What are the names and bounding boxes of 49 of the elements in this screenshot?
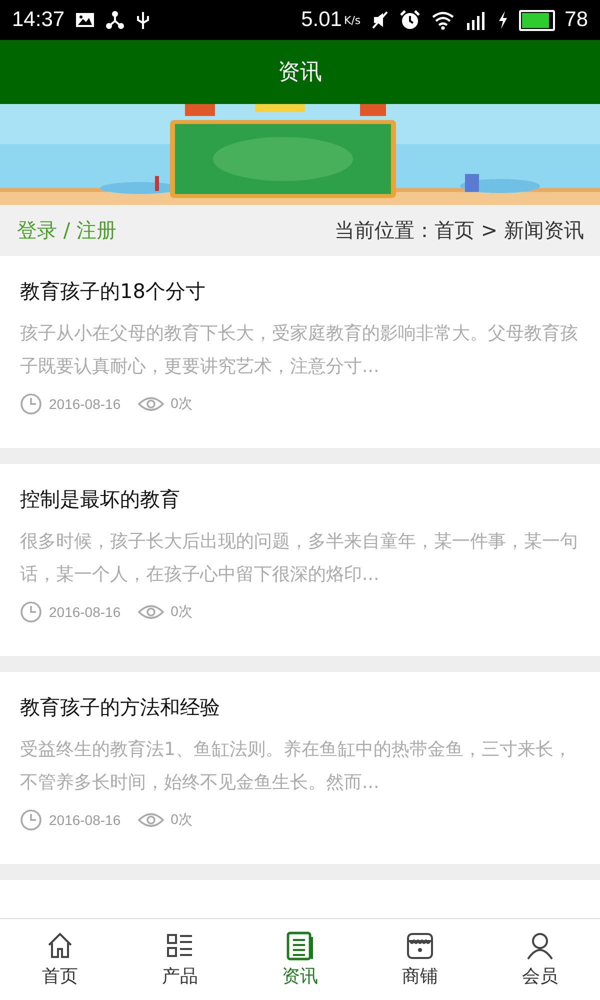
nav-label: 资讯: [282, 965, 318, 988]
person-icon: [525, 931, 555, 961]
nav-tab[interactable]: 会员: [480, 919, 600, 1000]
nav-label: 会员: [522, 965, 558, 988]
nav-label: 商铺: [402, 965, 438, 988]
nav-label: 首页: [42, 965, 78, 988]
article-date: 2016-08-16: [49, 604, 121, 620]
usb-icon: [134, 10, 151, 30]
mute-icon: [370, 10, 389, 30]
nav-tab[interactable]: 资讯: [240, 919, 360, 1000]
article-title: 控制是最坏的教育: [20, 486, 181, 513]
battery-icon: [518, 10, 555, 30]
network-speed: 5.01: [301, 8, 342, 32]
clock-icon: [20, 393, 42, 415]
share-node-icon: [104, 11, 125, 29]
breadcrumb: 当前位置：首页 > 新闻资讯: [334, 217, 584, 244]
news-icon: [285, 931, 315, 961]
article-date: 2016-08-16: [49, 396, 121, 412]
image-icon: [74, 11, 95, 29]
article-card[interactable]: 教育孩子的18个分寸 孩子从小在父母的教育下长大，受家庭教育的影响非常大。父母教育孩子既要认真耐心，更要讲究艺术，注意分寸... 2016-08-16 0次: [0, 256, 600, 448]
article-card[interactable]: 控制是最坏的教育 很多时候，孩子长大后出现的问题，多半来自童年，某一件事，某一句话，某一个人，在孩子心中留下很深的烙印... 2016-08-16 0次: [0, 464, 600, 656]
page-title: 资讯: [278, 59, 322, 87]
article-card[interactable]: 教育孩子的方法和经验 受益终生的教育法1、鱼缸法则。养在鱼缸中的热带金鱼，三寸来长，不管养多长时间，始终不见金鱼生长。然而... 2016-08-16 0次: [0, 672, 600, 864]
alarm-icon: [398, 9, 421, 31]
view-count: 0次: [170, 603, 192, 621]
nav-tab[interactable]: 产品: [120, 919, 240, 1000]
speed-unit: K/s: [344, 14, 361, 26]
charging-icon: [496, 10, 509, 30]
clock-icon: [20, 809, 42, 831]
wifi-icon: [430, 10, 455, 30]
nav-tab[interactable]: 首页: [0, 919, 120, 1000]
status-time: 14:37: [12, 8, 65, 32]
article-title: 教育孩子的18个分寸: [20, 278, 206, 305]
shop-icon: [405, 931, 435, 961]
article-date: 2016-08-16: [49, 812, 121, 828]
article-summary: 受益终生的教育法1、鱼缸法则。养在鱼缸中的热带金鱼，三寸来长，不管养多长时间，始终不见金鱼生长。然而...: [20, 738, 572, 795]
nav-label: 产品: [162, 965, 198, 988]
eye-icon: [138, 603, 164, 621]
article-summary: 很多时候，孩子长大后出现的问题，多半来自童年，某一件事，某一句话，某一个人，在孩子心中留下很深的烙印...: [20, 530, 579, 587]
battery-percent: 78: [564, 8, 588, 32]
view-count: 0次: [170, 811, 192, 829]
nav-tab[interactable]: 商铺: [360, 919, 480, 1000]
eye-icon: [138, 395, 164, 413]
eye-icon: [138, 811, 164, 829]
view-count: 0次: [170, 395, 192, 413]
article-title: 教育孩子的方法和经验: [20, 694, 221, 721]
article-summary: 孩子从小在父母的教育下长大，受家庭教育的影响非常大。父母教育孩子既要认真耐心，更要讲究艺术，注意分寸...: [20, 322, 579, 379]
signal-icon: [464, 10, 487, 30]
clock-icon: [20, 601, 42, 623]
